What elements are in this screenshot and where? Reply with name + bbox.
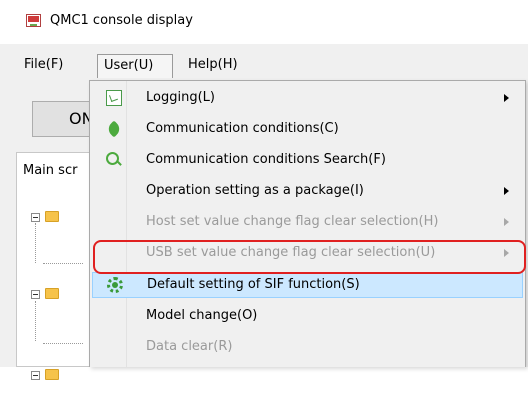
menu-item-communication-search[interactable]: Communication conditions Search(F) [92, 148, 523, 172]
menu-item-data-clear: Data clear(R) [92, 335, 523, 359]
menu-item-label: Default setting of SIF function(S) [147, 277, 360, 292]
user-menu-dropdown: Logging(L) Communication conditions(C) C… [89, 80, 526, 367]
submenu-arrow-icon [504, 94, 509, 102]
menu-item-label: Host set value change flag clear selecti… [146, 214, 439, 229]
window-title: QMC1 console display [50, 13, 193, 28]
folder-icon [45, 211, 59, 222]
menu-item-operation-package[interactable]: Operation setting as a package(I) [92, 179, 523, 203]
logging-icon [106, 90, 122, 106]
menu-item-label: Communication conditions Search(F) [146, 152, 386, 167]
tree-collapse-toggle[interactable] [31, 290, 40, 299]
gear-icon [107, 277, 123, 293]
communication-icon [105, 120, 123, 138]
tree-collapse-toggle[interactable] [31, 371, 40, 380]
menu-item-sif-default[interactable]: Default setting of SIF function(S) [92, 272, 523, 298]
menu-item-label: Communication conditions(C) [146, 121, 339, 136]
menu-item-label: Logging(L) [146, 90, 215, 105]
title-bar: QMC1 console display [0, 0, 528, 44]
menu-user[interactable]: User(U) [97, 54, 173, 78]
menu-help[interactable]: Help(H) [188, 54, 238, 78]
folder-icon [45, 369, 59, 380]
tree-collapse-toggle[interactable] [31, 213, 40, 222]
menu-item-host-flag-clear: Host set value change flag clear selecti… [92, 210, 523, 234]
menu-item-label: Model change(O) [146, 308, 258, 323]
folder-icon [45, 288, 59, 299]
menu-item-communication-conditions[interactable]: Communication conditions(C) [92, 117, 523, 141]
menu-bar: File(F) User(U) Help(H) [0, 54, 528, 80]
tree-line [35, 223, 37, 263]
annotation-highlight-box [93, 240, 526, 274]
submenu-arrow-icon [504, 187, 509, 195]
submenu-arrow-icon [504, 218, 509, 226]
menu-item-model-change[interactable]: Model change(O) [92, 304, 523, 328]
main-screen-tab[interactable]: Main scr [23, 163, 77, 178]
tree-line [43, 263, 83, 265]
menu-item-label: Operation setting as a package(I) [146, 183, 364, 198]
menu-item-logging[interactable]: Logging(L) [92, 86, 523, 110]
app-window: QMC1 console display File(F) User(U) Hel… [0, 0, 528, 380]
menu-file[interactable]: File(F) [24, 54, 63, 78]
tree-line [35, 301, 37, 341]
search-icon [106, 152, 119, 165]
app-logo-icon [26, 14, 41, 27]
menu-item-label: Data clear(R) [146, 339, 233, 354]
tree-line [43, 343, 83, 345]
